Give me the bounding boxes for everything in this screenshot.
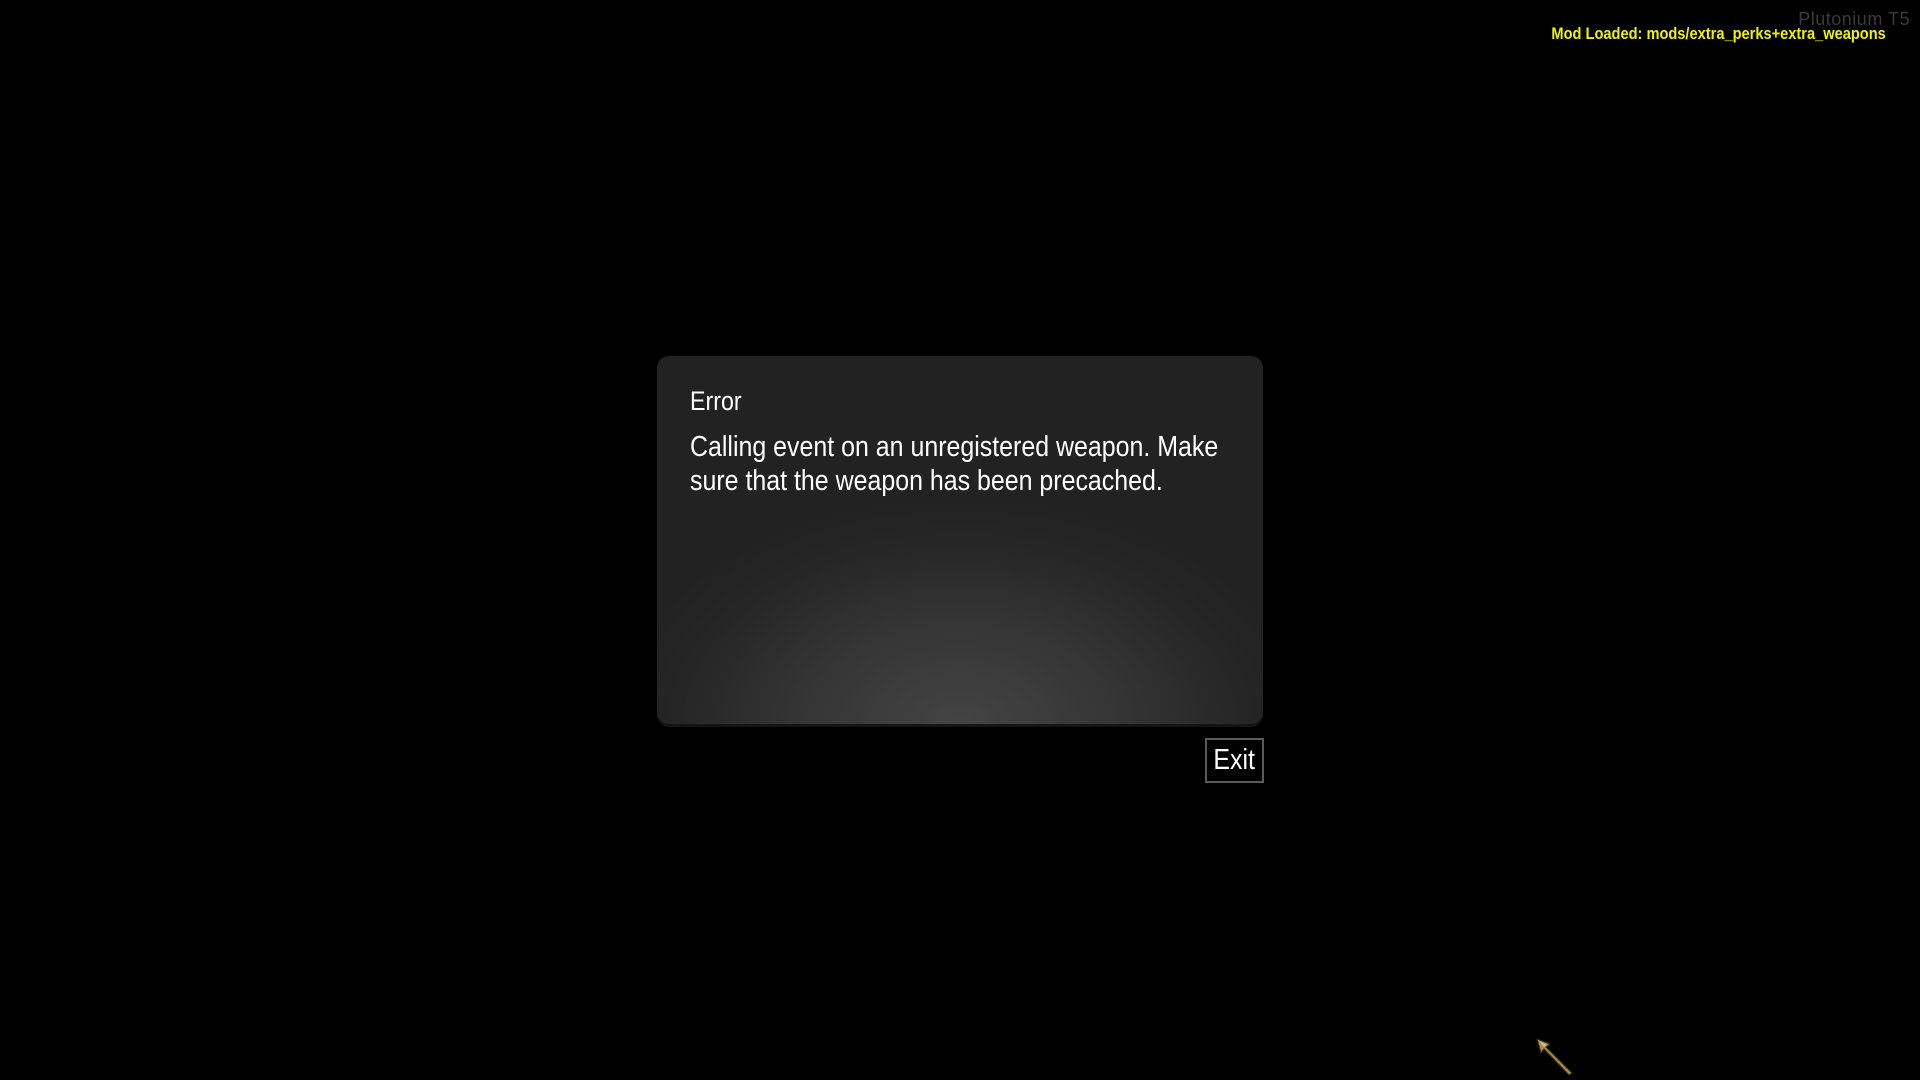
exit-button-label: Exit	[1213, 744, 1256, 776]
arrow-cursor-icon	[1536, 1038, 1573, 1076]
mod-loaded-status: Mod Loaded: mods/extra_perks+extra_weapo…	[1551, 24, 1886, 43]
exit-button[interactable]: Exit	[1205, 738, 1264, 783]
error-dialog: Error Calling event on an unregistered w…	[657, 356, 1263, 724]
dialog-title: Error	[690, 386, 742, 416]
dialog-message: Calling event on an unregistered weapon.…	[690, 431, 1219, 497]
